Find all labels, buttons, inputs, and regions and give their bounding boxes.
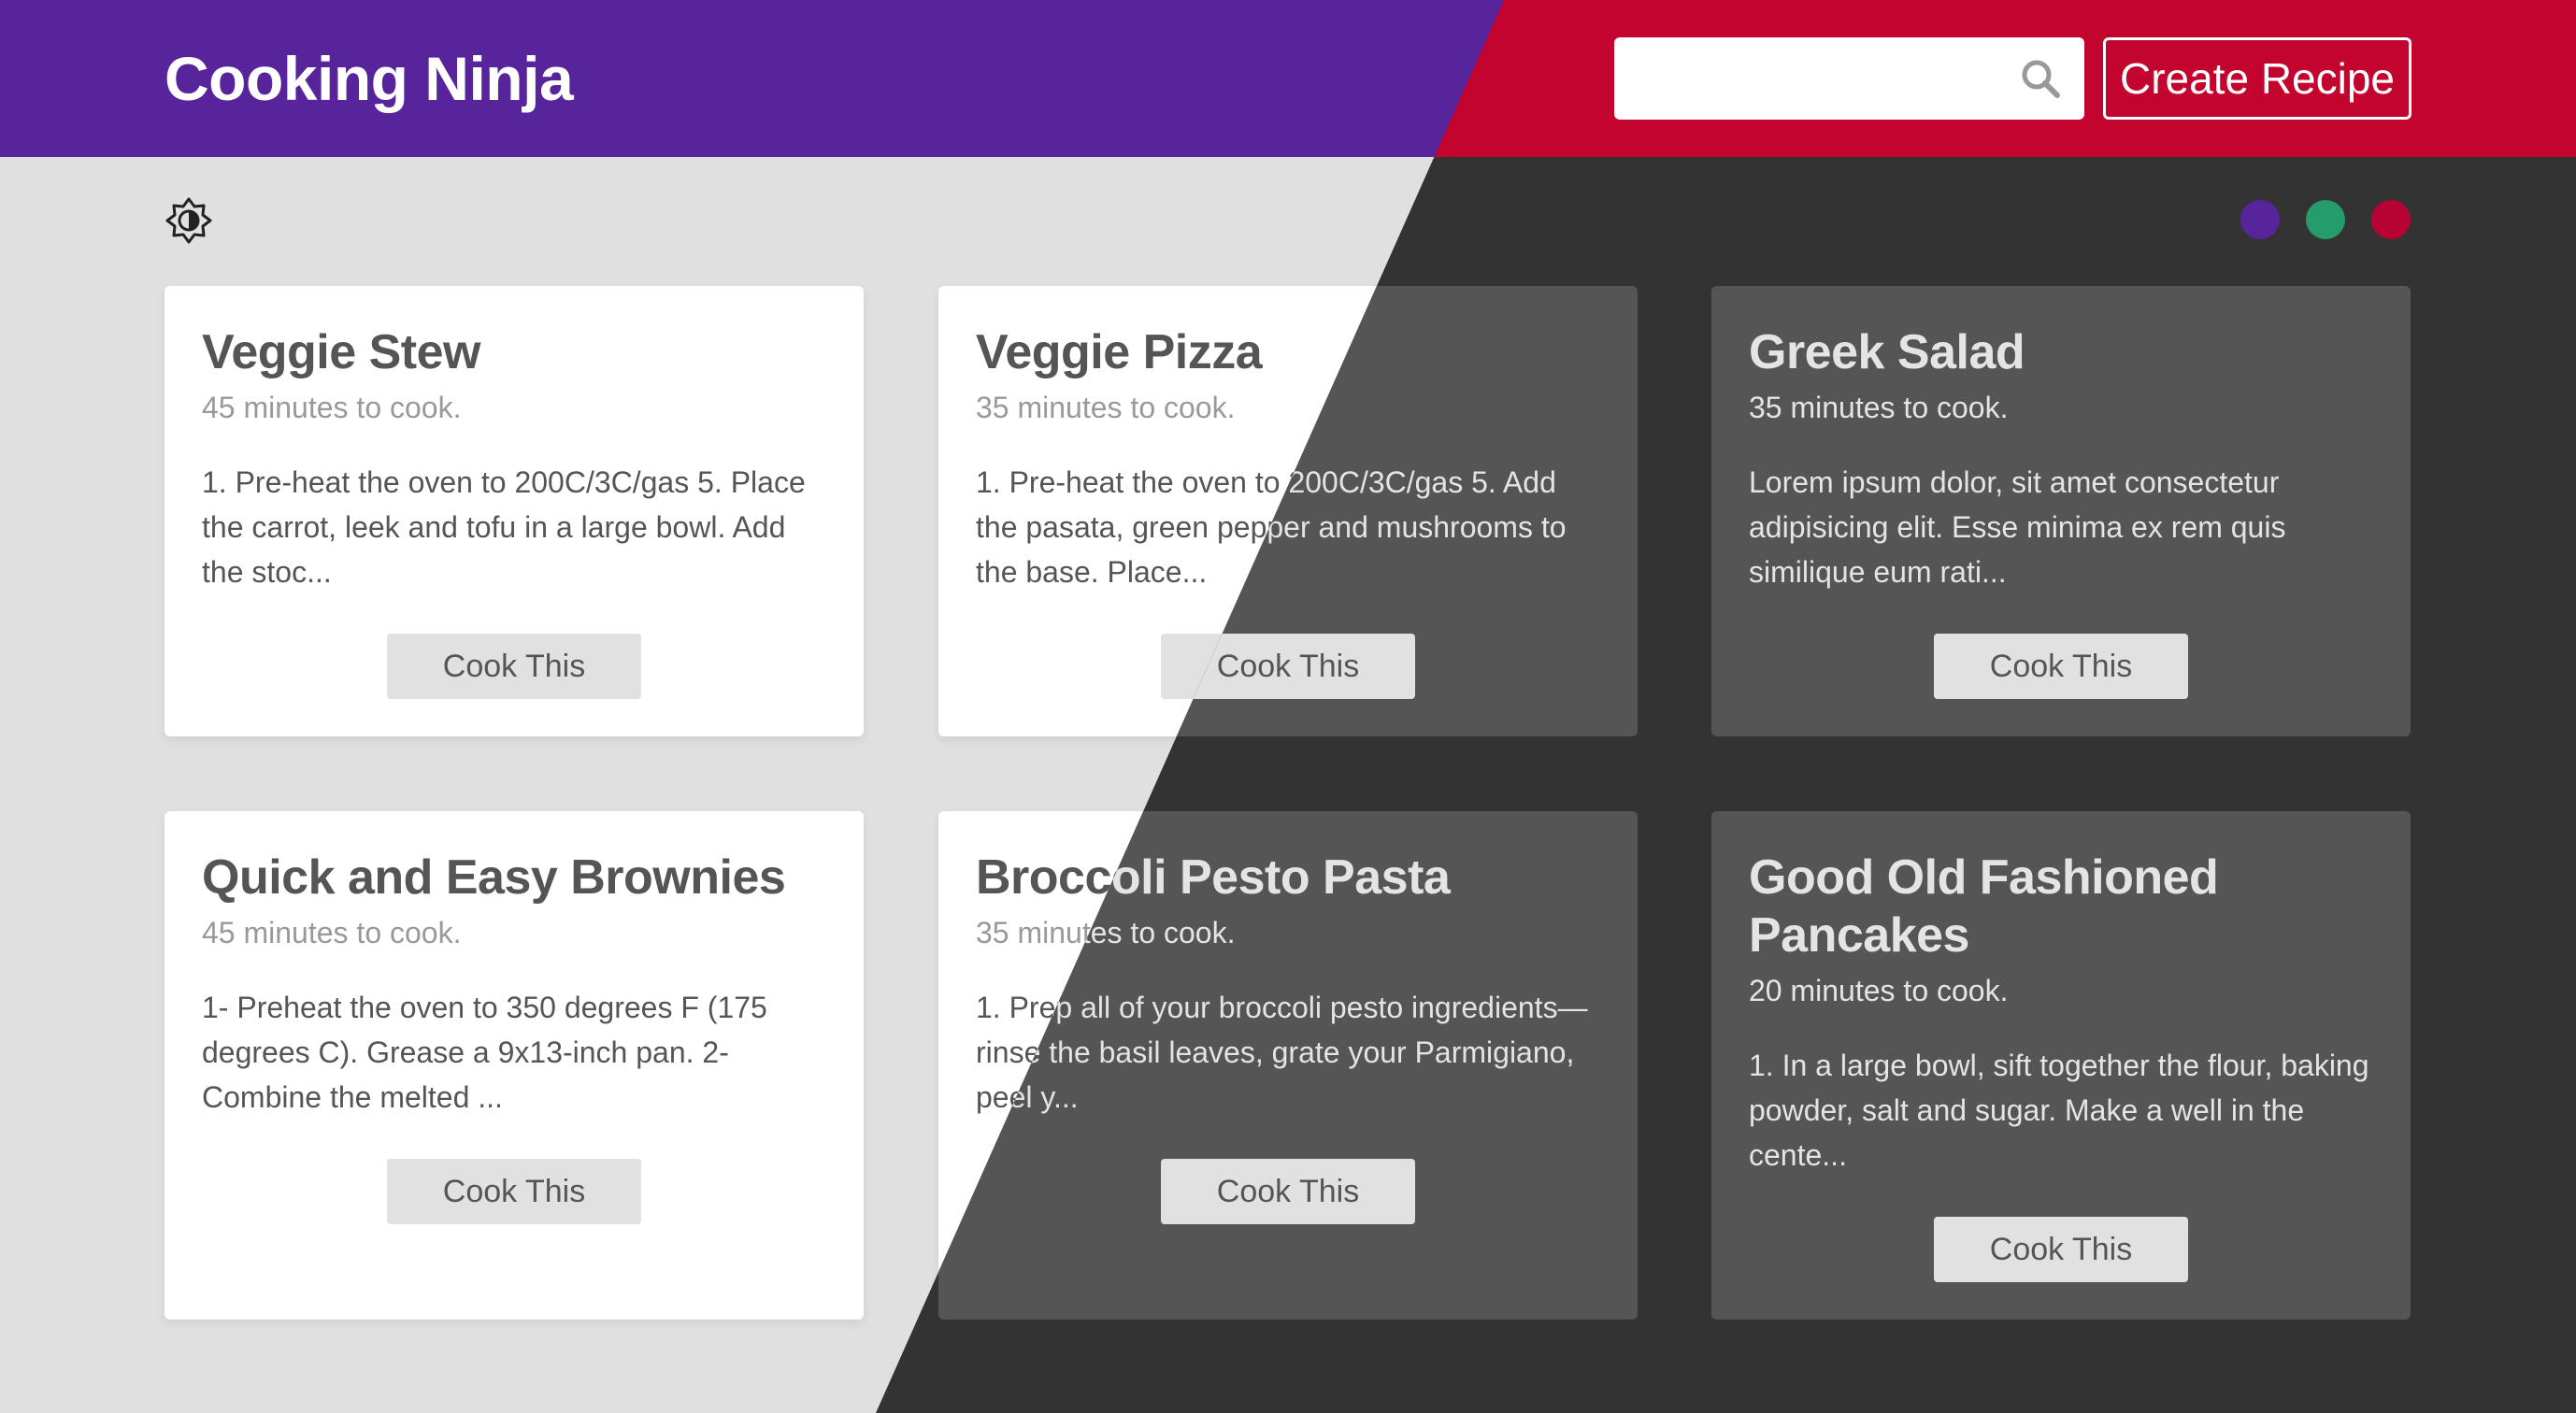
- theme-color-red[interactable]: [2371, 200, 2411, 239]
- recipe-method-snippet: 1. Pre-heat the oven to 200C/3C/gas 5. P…: [202, 465, 806, 589]
- recipe-method-snippet: Lorem ipsum dolor, sit amet consectetur …: [1749, 465, 2286, 589]
- recipe-cook-time: 45 minutes to cook.: [202, 916, 462, 949]
- recipe-method-snippet: 1. Prep all of your broccoli pesto ingre…: [976, 991, 1588, 1114]
- recipe-card: Greek Salad 35 minutes to cook. Lorem ipsu…: [1711, 286, 2411, 736]
- recipe-card: Good Old Fashioned Pancakes 20 minutes to…: [1711, 811, 2411, 1320]
- recipe-cook-time: 20 minutes to cook.: [1749, 974, 2009, 1007]
- recipe-title: Veggie Stew: [202, 325, 480, 379]
- theme-color-purple[interactable]: [2240, 200, 2280, 239]
- recipe-cook-time: 35 minutes to cook.: [1749, 391, 2009, 424]
- recipe-title: Quick and Easy Brownies: [202, 850, 786, 905]
- create-recipe-button[interactable]: Create Recipe: [2103, 37, 2411, 120]
- recipe-title: Greek Salad: [1749, 325, 2025, 379]
- recipe-method-snippet: 1. In a large bowl, sift together the fl…: [1749, 1049, 2369, 1172]
- recipe-cook-time: 45 minutes to cook.: [202, 391, 462, 424]
- cook-this-button[interactable]: Cook This: [387, 634, 641, 699]
- brand-logo[interactable]: Cooking Ninja: [165, 41, 574, 116]
- theme-color-green[interactable]: [2306, 200, 2345, 239]
- recipe-card: Quick and Easy Brownies 45 minutes to coo…: [165, 811, 864, 1320]
- cook-this-button[interactable]: Cook This: [1934, 634, 2188, 699]
- search-box[interactable]: [1614, 37, 2084, 120]
- recipe-method-snippet: 1- Preheat the oven to 350 degrees F (17…: [202, 991, 767, 1114]
- cook-this-button[interactable]: Cook This: [387, 1159, 641, 1224]
- theme-mode-toggle-icon[interactable]: [165, 196, 213, 245]
- recipe-title: Good Old Fashioned Pancakes: [1749, 850, 2219, 963]
- cook-this-button[interactable]: Cook This: [1161, 1159, 1415, 1224]
- search-icon[interactable]: [2020, 58, 2061, 99]
- search-input[interactable]: [1614, 37, 2007, 120]
- cook-this-button[interactable]: Cook This: [1934, 1217, 2188, 1282]
- recipe-card: Veggie Stew 45 minutes to cook. 1. Pre-hea…: [165, 286, 864, 736]
